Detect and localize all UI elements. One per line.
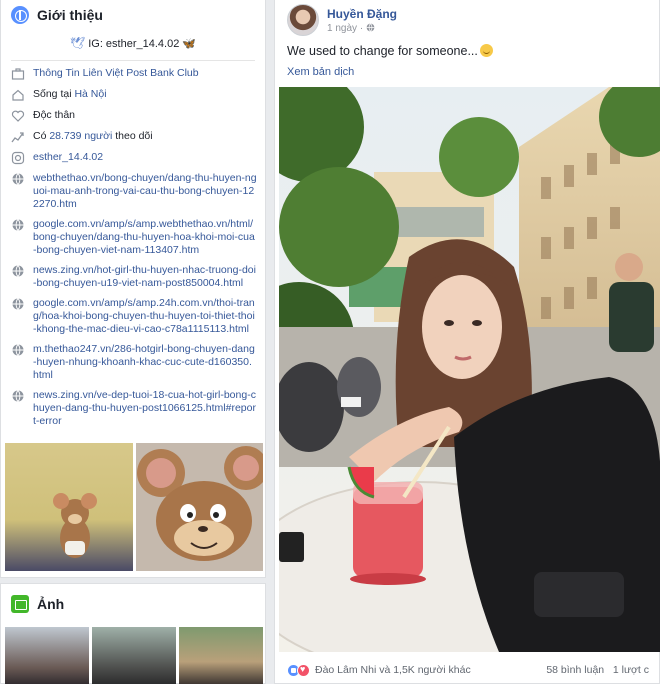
post-author[interactable]: Huyền Đặng [327, 7, 397, 21]
photos-card: Ảnh [0, 583, 266, 684]
post-time[interactable]: 1 ngày [327, 23, 357, 34]
shares-count[interactable]: 1 lượt c [613, 664, 649, 676]
website-link[interactable]: google.com.vn/amp/s/amp.webthethao.vn/ht… [33, 218, 257, 257]
smile-emoji-icon [479, 44, 493, 57]
globe-icon [11, 297, 25, 311]
public-globe-icon [366, 22, 375, 32]
intro-info-list: Thông Tin Liên Việt Post Bank Club Sống … [1, 61, 265, 428]
work-link[interactable]: Thông Tin Liên Việt Post Bank Club [33, 67, 257, 80]
globe-icon [11, 172, 25, 186]
post-header: Huyền Đặng 1 ngày · [287, 4, 397, 36]
photo-thumbnails [5, 627, 263, 684]
workplace-icon [11, 67, 25, 81]
intro-card: Giới thiệu 🕊 IG: esther_14.4.02 🦋 Thông Ti… [0, 0, 266, 578]
instagram-link[interactable]: esther_14.4.02 [33, 151, 257, 164]
featured-photos [5, 443, 263, 571]
info-row-followers: Có 28.739 người theo dõi [11, 130, 257, 144]
website-link[interactable]: m.thethao247.vn/286-hotgirl-bong-chuyen-… [33, 343, 257, 382]
website-link[interactable]: google.com.vn/amp/s/amp.24h.com.vn/thoi-… [33, 297, 257, 336]
bio-line: 🕊 IG: esther_14.4.02 🦋 [11, 30, 255, 61]
globe-icon [11, 389, 25, 403]
info-row-website: google.com.vn/amp/s/amp.24h.com.vn/thoi-… [11, 297, 257, 336]
photo-thumbnail[interactable] [5, 627, 89, 684]
reactions-summary[interactable]: Đào Lâm Nhi và 1,5K người khác [315, 664, 471, 676]
info-row-website: m.thethao247.vn/286-hotgirl-bong-chuyen-… [11, 343, 257, 382]
post-footer: Đào Lâm Nhi và 1,5K người khác 58 bình l… [275, 656, 660, 684]
comments-count[interactable]: 58 bình luận [546, 664, 604, 676]
butterfly-icon: 🦋 [182, 38, 197, 50]
featured-photo[interactable] [135, 443, 263, 571]
info-row-instagram: esther_14.4.02 [11, 151, 257, 165]
photos-title[interactable]: Ảnh [37, 596, 64, 612]
followers-icon [11, 130, 25, 144]
heart-icon [11, 109, 25, 123]
photo-thumbnail[interactable] [179, 627, 263, 684]
website-link[interactable]: news.zing.vn/ve-dep-tuoi-18-cua-hot-girl… [33, 389, 257, 428]
intro-title: Giới thiệu [37, 7, 103, 23]
info-row-home: Sống tại Hà Nội [11, 88, 257, 102]
post-text: We used to change for someone... [287, 44, 493, 58]
photos-header: Ảnh [1, 584, 265, 624]
see-translation-link[interactable]: Xem bản dịch [287, 66, 354, 78]
post-meta: 1 ngày · [327, 23, 397, 34]
post-stats: 58 bình luận 1 lượt c [546, 664, 649, 676]
bird-icon: 🕊 [69, 36, 86, 50]
meta-separator: · [359, 22, 364, 34]
post-message: We used to change for someone... [287, 44, 478, 58]
post-photo[interactable] [279, 87, 660, 652]
home-icon [11, 88, 25, 102]
followers-prefix: Có [33, 130, 50, 142]
followers-suffix: theo dõi [112, 130, 153, 142]
avatar[interactable] [287, 4, 319, 36]
instagram-icon [11, 151, 25, 165]
home-prefix: Sống tại [33, 88, 75, 100]
info-row-website: news.zing.vn/hot-girl-thu-huyen-nhac-tru… [11, 264, 257, 290]
globe-icon [11, 264, 25, 278]
info-row-work: Thông Tin Liên Việt Post Bank Club [11, 67, 257, 81]
photos-icon [11, 595, 29, 613]
intro-header: Giới thiệu [1, 0, 265, 30]
relationship-text: Độc thân [33, 109, 76, 121]
info-row-website: news.zing.vn/ve-dep-tuoi-18-cua-hot-girl… [11, 389, 257, 428]
home-city-link[interactable]: Hà Nội [74, 88, 106, 100]
bio-text: IG: esther_14.4.02 [88, 38, 180, 50]
love-reaction-icon [297, 663, 310, 677]
post-card: Huyền Đặng 1 ngày · We used to change fo… [274, 0, 660, 684]
featured-photo[interactable] [5, 443, 133, 571]
intro-globe-icon [11, 6, 29, 24]
website-link[interactable]: news.zing.vn/hot-girl-thu-huyen-nhac-tru… [33, 264, 257, 290]
photo-thumbnail[interactable] [92, 627, 176, 684]
globe-icon [11, 218, 25, 232]
followers-link[interactable]: 28.739 người [49, 130, 112, 142]
info-row-relationship: Độc thân [11, 109, 257, 123]
website-link[interactable]: webthethao.vn/bong-chuyen/dang-thu-huyen… [33, 172, 257, 211]
globe-icon [11, 343, 25, 357]
info-row-website: webthethao.vn/bong-chuyen/dang-thu-huyen… [11, 172, 257, 211]
info-row-website: google.com.vn/amp/s/amp.webthethao.vn/ht… [11, 218, 257, 257]
